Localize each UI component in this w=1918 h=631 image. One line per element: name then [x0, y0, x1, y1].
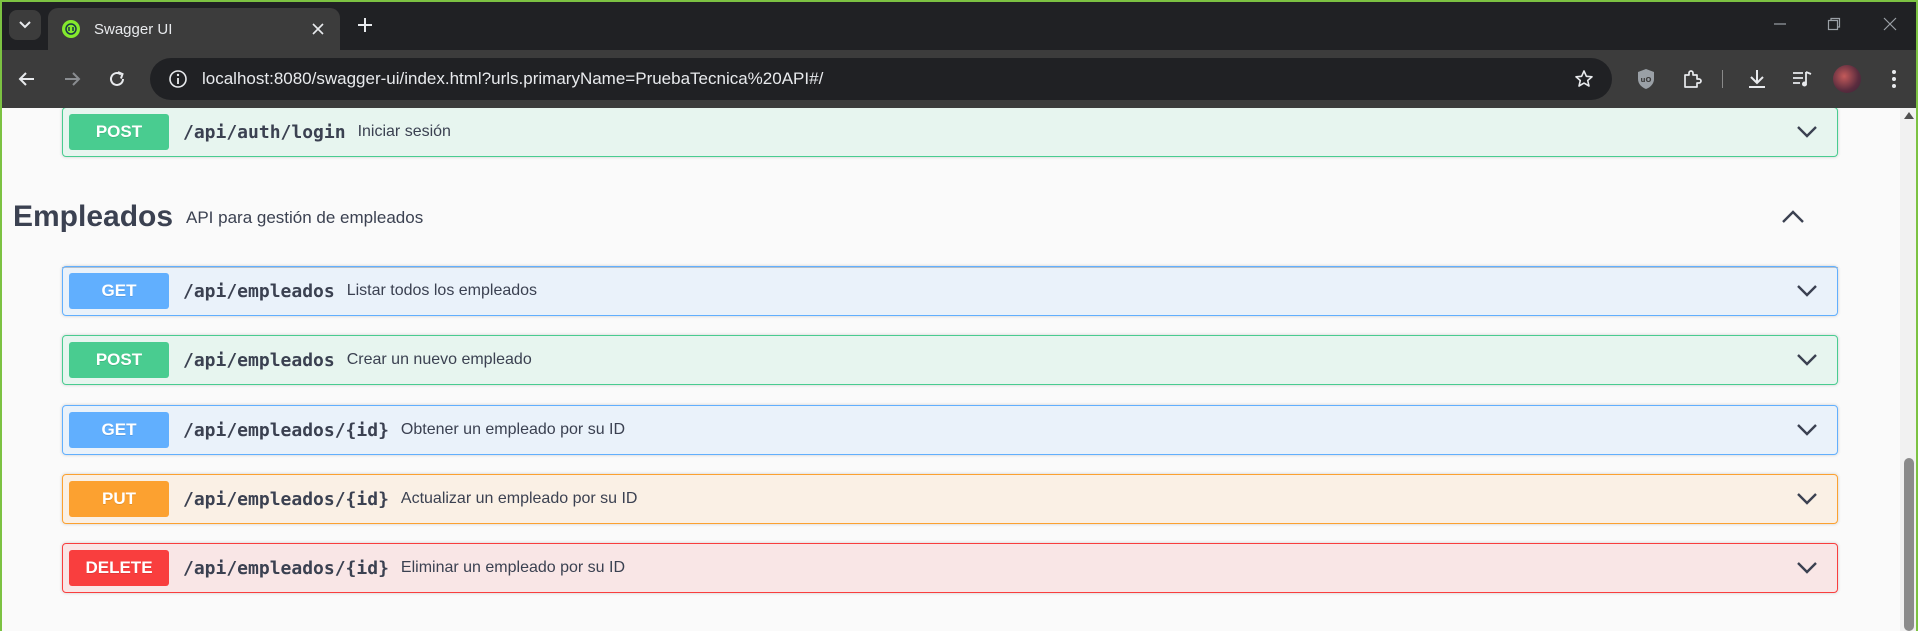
- browser-tab[interactable]: Swagger UI: [48, 8, 340, 50]
- method-badge: GET: [69, 412, 169, 448]
- minimize-icon: [1774, 23, 1786, 25]
- restore-icon: [1827, 17, 1841, 31]
- star-icon: [1575, 70, 1593, 87]
- swagger-favicon: [62, 20, 80, 38]
- profile-avatar[interactable]: [1833, 65, 1861, 93]
- page-viewport: POST /api/auth/login Iniciar sesión Empl…: [0, 108, 1900, 631]
- operation-summary: Actualizar un empleado por su ID: [400, 490, 638, 507]
- operation-summary: Eliminar un empleado por su ID: [400, 559, 626, 576]
- tag-title[interactable]: Empleados: [13, 200, 173, 234]
- operation-path: /api/empleados/{id}: [183, 419, 389, 441]
- back-arrow-icon: [18, 72, 34, 86]
- close-icon: [312, 23, 324, 35]
- chevron-down-icon[interactable]: [1795, 556, 1819, 580]
- operation-summary: Listar todos los empleados: [346, 282, 538, 299]
- extensions-puzzle-icon: [1684, 70, 1702, 88]
- operation-put-empleado-by-id[interactable]: PUT /api/empleados/{id} Actualizar un em…: [62, 474, 1838, 524]
- operation-path: /api/empleados/{id}: [183, 488, 389, 510]
- plus-icon: [358, 18, 372, 32]
- page-scrollbar[interactable]: [1900, 108, 1918, 631]
- reload-button[interactable]: [103, 65, 131, 93]
- operation-get-empleado-by-id[interactable]: GET /api/empleados/{id} Obtener un emple…: [62, 405, 1838, 455]
- forward-arrow-icon: [65, 72, 81, 86]
- operation-path: /api/auth/login: [183, 121, 346, 143]
- operation-post-auth-login[interactable]: POST /api/auth/login Iniciar sesión: [62, 108, 1838, 157]
- tab-title: Swagger UI: [94, 20, 173, 38]
- ublock-extension[interactable]: uO: [1632, 65, 1660, 93]
- downloads-button[interactable]: [1743, 65, 1771, 93]
- chevron-down-icon[interactable]: [1795, 487, 1819, 511]
- tab-search-button[interactable]: [9, 10, 41, 40]
- media-button[interactable]: [1788, 65, 1816, 93]
- chevron-down-icon[interactable]: [1795, 348, 1819, 372]
- new-tab-button[interactable]: [352, 12, 378, 38]
- operation-delete-empleado-by-id[interactable]: DELETE /api/empleados/{id} Eliminar un e…: [62, 543, 1838, 593]
- tab-search-icon: [19, 21, 31, 29]
- bookmark-button[interactable]: [1572, 67, 1596, 91]
- chevron-up-icon[interactable]: [1778, 202, 1808, 232]
- operation-summary: Iniciar sesión: [357, 123, 451, 140]
- restore-button[interactable]: [1822, 12, 1846, 36]
- method-badge: POST: [69, 342, 169, 378]
- close-window-button[interactable]: [1878, 12, 1902, 36]
- operation-path: /api/empleados: [183, 280, 335, 302]
- method-badge: PUT: [69, 481, 169, 517]
- minimize-button[interactable]: [1768, 12, 1792, 36]
- extensions-button[interactable]: [1678, 65, 1706, 93]
- operation-get-empleados[interactable]: GET /api/empleados Listar todos los empl…: [62, 266, 1838, 316]
- method-badge: GET: [69, 273, 169, 309]
- reload-icon: [110, 71, 124, 86]
- browser-toolbar: localhost:8080/swagger-ui/index.html?url…: [0, 50, 1918, 108]
- method-badge: DELETE: [69, 550, 169, 586]
- site-info-icon: [169, 70, 187, 88]
- kebab-menu-icon: [1892, 70, 1896, 88]
- scroll-up-arrow[interactable]: [1904, 112, 1914, 119]
- chevron-down-icon[interactable]: [1795, 120, 1819, 144]
- toolbar-separator: [1722, 70, 1723, 88]
- download-icon: [1749, 70, 1765, 88]
- tag-description: API para gestión de empleados: [186, 208, 424, 227]
- scrollbar-thumb[interactable]: [1904, 458, 1914, 631]
- browser-menu-button[interactable]: [1880, 65, 1908, 93]
- chevron-down-icon[interactable]: [1795, 418, 1819, 442]
- tab-bar: Swagger UI: [0, 0, 1918, 50]
- close-window-icon: [1883, 17, 1897, 31]
- svg-text:uO: uO: [1641, 76, 1652, 84]
- operation-post-empleados[interactable]: POST /api/empleados Crear un nuevo emple…: [62, 335, 1838, 385]
- tab-close-button[interactable]: [308, 19, 328, 39]
- address-bar[interactable]: localhost:8080/swagger-ui/index.html?url…: [150, 58, 1612, 100]
- operation-summary: Crear un nuevo empleado: [346, 351, 532, 368]
- ublock-shield-icon: uO: [1638, 69, 1654, 89]
- operation-path: /api/empleados: [183, 349, 335, 371]
- site-info-button[interactable]: [166, 67, 190, 91]
- chevron-down-icon[interactable]: [1795, 279, 1819, 303]
- method-badge: POST: [69, 114, 169, 150]
- forward-button[interactable]: [58, 65, 86, 93]
- operation-summary: Obtener un empleado por su ID: [400, 421, 626, 438]
- url-text[interactable]: localhost:8080/swagger-ui/index.html?url…: [202, 69, 1572, 89]
- operation-path: /api/empleados/{id}: [183, 557, 389, 579]
- back-button[interactable]: [13, 65, 41, 93]
- media-queue-icon: [1793, 71, 1812, 87]
